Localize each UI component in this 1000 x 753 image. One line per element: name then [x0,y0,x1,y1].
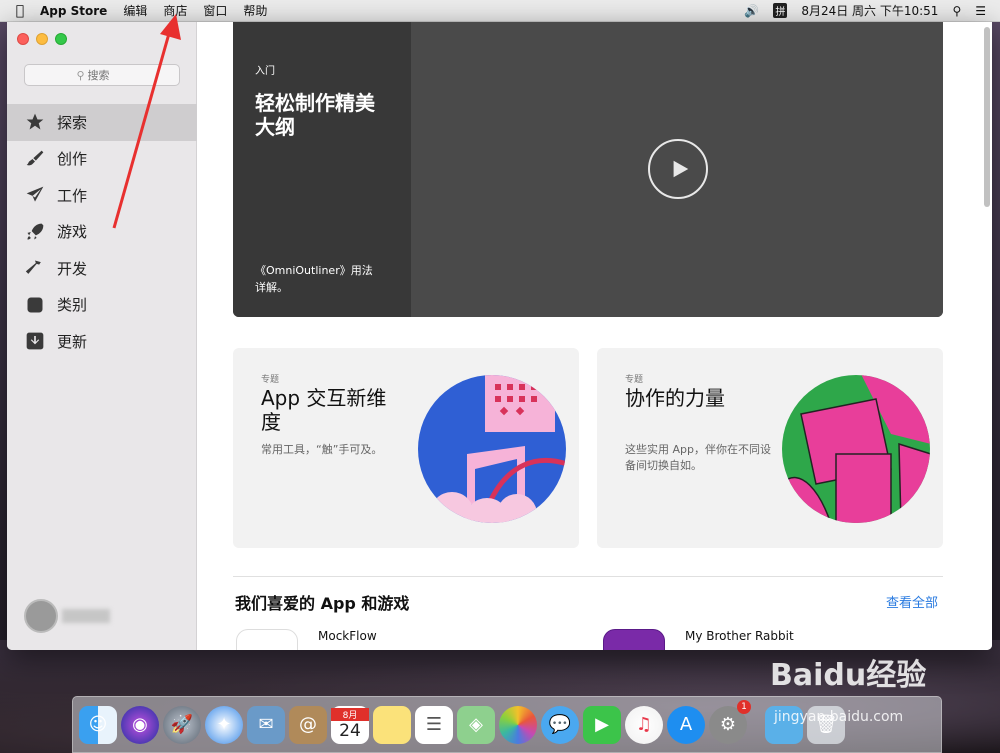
play-icon [673,160,689,178]
baidu-watermark: Baidu经验 [770,658,927,693]
facetime-icon[interactable]: ▶ [583,705,621,744]
account-name-blurred [62,609,110,623]
input-method-icon[interactable]: 拼 [773,3,788,18]
sidebar-nav: 探索 创作 工作 游戏 开发 类别 更新 [7,104,197,360]
hammer-icon [24,257,46,279]
hero-category: 入门 [255,66,275,77]
reminders-icon[interactable]: ☰ [415,705,453,744]
sidebar-item-label: 创作 [57,150,88,169]
sidebar-item-label: 类别 [57,296,88,315]
calendar-day: 24 [339,721,361,741]
notification-center-icon[interactable]: ☰ [975,4,986,18]
section-title: 我们喜爱的 App 和游戏 [235,594,410,613]
minimize-button[interactable] [36,33,48,45]
maps-icon[interactable]: ◈ [457,705,495,744]
star-icon [24,111,46,133]
card-title: 协作的力量 [625,386,725,410]
search-icon: ⚲ [76,68,85,82]
play-button[interactable] [648,139,708,199]
menu-window[interactable]: 窗口 [203,2,227,19]
app-name[interactable]: My Brother Rabbit [685,629,794,650]
hero-text-panel: 入门 轻松制作精美大纲 《OmniOutliner》用法详解。 [233,22,411,317]
sidebar-item-categories[interactable]: 类别 [7,287,197,324]
avatar[interactable] [24,599,58,633]
window-controls [17,33,67,45]
search-field[interactable]: ⚲ [24,64,180,86]
stack-icon [24,294,46,316]
launchpad-icon[interactable]: 🚀 [163,705,201,744]
paperplane-icon [24,184,46,206]
system-preferences-icon[interactable]: ⚙ 1 [709,699,751,744]
scrollbar[interactable] [984,27,990,207]
app-store-window: ⚲ 探索 创作 工作 [7,22,992,650]
search-input[interactable] [87,68,128,82]
app-listing-mockflow[interactable]: MockFlow [236,629,377,650]
sidebar-item-updates[interactable]: 更新 [7,323,197,360]
menu-app-name[interactable]: App Store [40,4,107,18]
touch-illustration [418,375,566,523]
safari-icon[interactable]: ✦ [205,705,243,744]
hero-description: 《OmniOutliner》用法详解。 [255,264,373,294]
messages-icon[interactable]: 💬 [541,705,579,744]
rocket-icon [24,221,46,243]
itunes-icon[interactable]: ♫ [625,705,663,744]
photos-icon[interactable] [499,705,537,744]
zoom-button[interactable] [55,33,67,45]
update-badge: 1 [737,699,751,714]
mail-icon[interactable]: ✉ [247,705,285,744]
finder-icon[interactable]: ☺ [79,705,117,744]
app-listing-rabbit[interactable]: My Brother Rabbit [603,629,794,650]
section-divider [233,576,943,577]
sidebar-item-label: 游戏 [57,223,88,242]
hero-video[interactable] [411,22,943,317]
menu-help[interactable]: 帮助 [243,2,267,19]
apple-icon[interactable]:  [0,3,40,19]
card-category: 专题 [625,375,644,385]
sidebar-item-label: 开发 [57,259,88,278]
card-title: App 交互新维度 [261,386,387,434]
card-category: 专题 [261,375,280,385]
contacts-icon[interactable]: @ [289,705,327,744]
main-content: 入门 轻松制作精美大纲 《OmniOutliner》用法详解。 专题 App 交… [198,22,992,650]
app-name[interactable]: MockFlow [318,629,377,650]
sidebar-item-play[interactable]: 游戏 [7,214,197,251]
sidebar-item-discover[interactable]: 探索 [7,104,197,141]
card-subtitle: 常用工具，“触”手可及。 [261,443,383,456]
feature-card-touch[interactable]: 专题 App 交互新维度 常用工具，“触”手可及。 [233,348,579,548]
baidu-watermark-url: jingyan.baidu.com [774,709,904,725]
siri-icon[interactable]: ◉ [121,705,159,744]
sidebar-item-develop[interactable]: 开发 [7,250,197,287]
volume-icon[interactable]: 🔊 [744,4,759,18]
menu-store[interactable]: 商店 [163,2,187,19]
sidebar-item-label: 探索 [57,113,88,132]
dock-separator [751,706,761,744]
sidebar-item-create[interactable]: 创作 [7,141,197,178]
hero-banner[interactable]: 入门 轻松制作精美大纲 《OmniOutliner》用法详解。 [233,22,943,317]
clock[interactable]: 8月24日 周六 下午10:51 [801,2,938,19]
hero-title: 轻松制作精美大纲 [255,91,375,139]
menu-edit[interactable]: 编辑 [123,2,147,19]
notes-icon[interactable] [373,705,411,744]
download-icon [24,330,46,352]
calendar-icon[interactable]: 8月 24 [331,705,369,744]
sidebar-item-label: 工作 [57,186,88,205]
calendar-month: 8月 [331,708,369,721]
sidebar-item-label: 更新 [57,332,88,351]
rabbit-app-icon[interactable] [603,629,665,650]
account-area[interactable] [24,599,110,633]
see-all-link[interactable]: 查看全部 [886,592,938,611]
sidebar-item-work[interactable]: 工作 [7,177,197,214]
card-subtitle: 这些实用 App，伴你在不同设备间切换自如。 [625,443,771,472]
close-button[interactable] [17,33,29,45]
spotlight-search-icon[interactable]: ⚲ [952,4,961,18]
feature-card-collaboration[interactable]: 专题 协作的力量 这些实用 App，伴你在不同设备间切换自如。 [597,348,943,548]
brush-icon [24,148,46,170]
app-store-icon[interactable]: A [667,705,705,744]
mockflow-app-icon[interactable] [236,629,298,650]
menu-bar:  App Store 编辑 商店 窗口 帮助 🔊 拼 8月24日 周六 下午1… [0,0,1000,22]
sidebar: ⚲ 探索 创作 工作 [7,22,197,650]
collaboration-illustration [782,375,930,523]
